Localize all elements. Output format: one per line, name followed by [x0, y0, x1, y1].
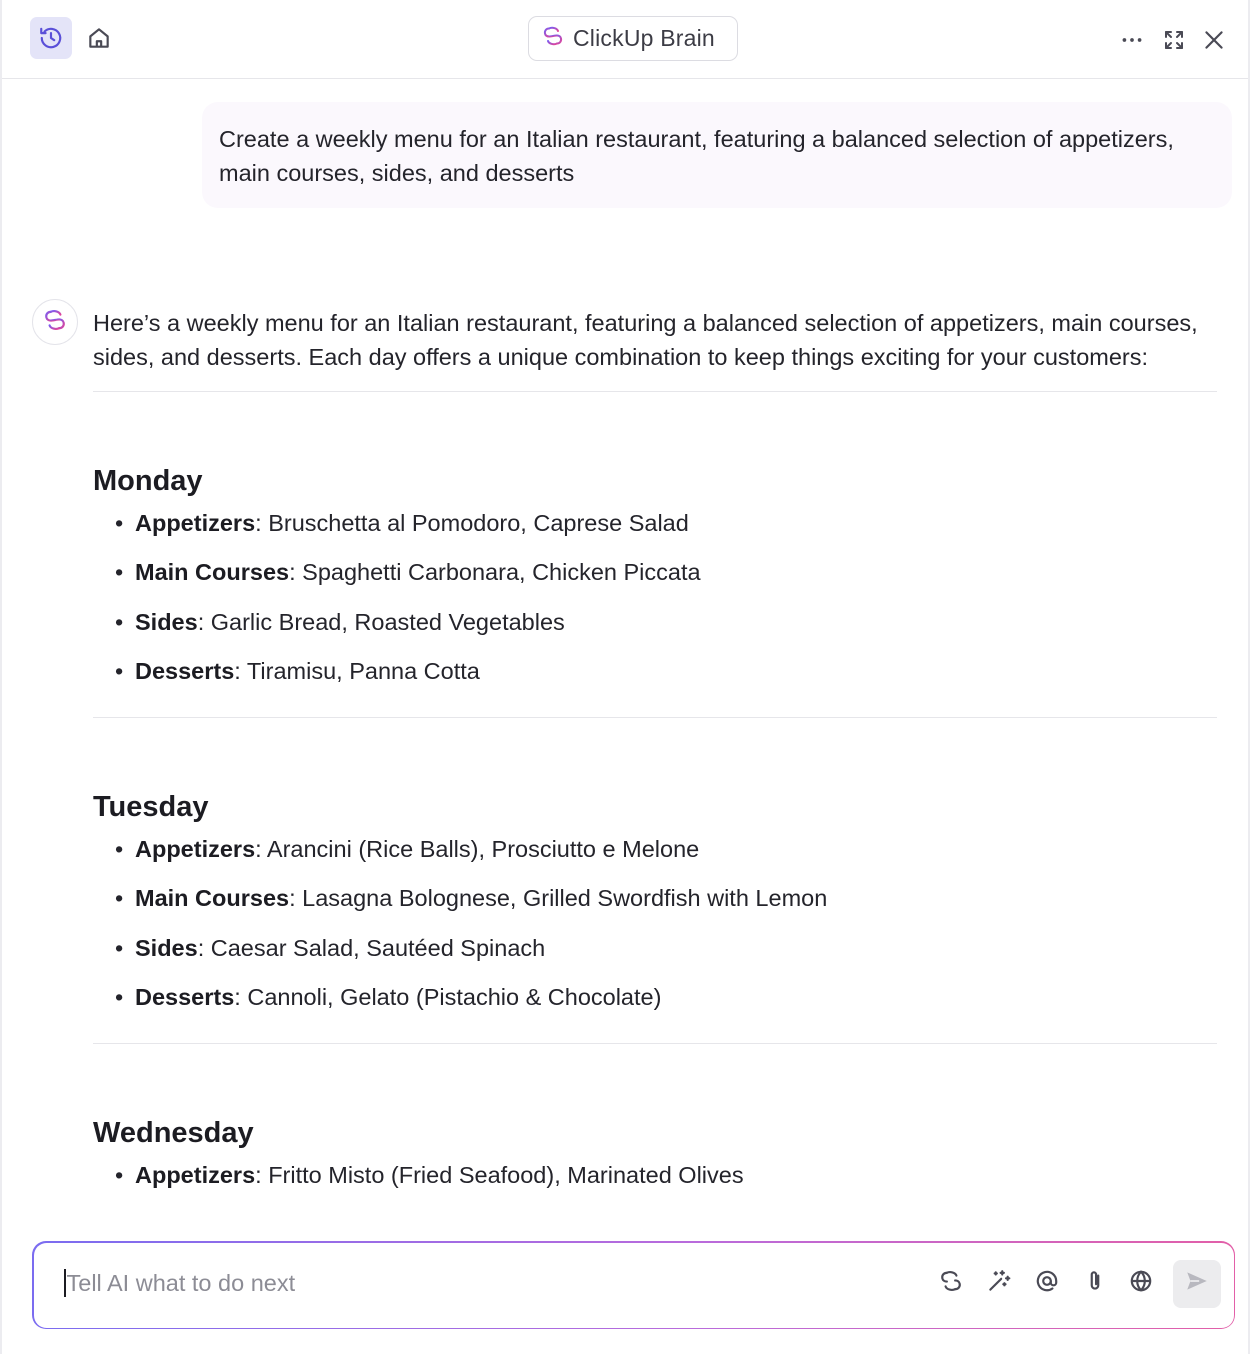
menu-item-text: : Tiramisu, Panna Cotta: [234, 657, 480, 684]
menu-item-text: : Lasagna Bolognese, Grilled Swordfish w…: [289, 885, 828, 912]
menu-item: • Desserts: Tiramisu, Panna Cotta: [93, 654, 1217, 688]
ai-prompt-composer[interactable]: Tell AI what to do next: [32, 1241, 1235, 1329]
text-caret: [63, 1268, 66, 1297]
attach-button[interactable]: [1078, 1267, 1112, 1301]
menu-item-label: Appetizers: [135, 836, 256, 863]
panel-title: ClickUp Brain: [573, 25, 715, 51]
day-section-tuesday: Tuesday • Appetizers: Arancini (Rice Ball…: [93, 718, 1217, 1045]
bullet: •: [115, 559, 124, 586]
ai-avatar: [32, 299, 78, 345]
bullet: •: [115, 984, 124, 1011]
menu-item-label: Sides: [135, 608, 198, 635]
bullet: •: [115, 608, 124, 635]
home-icon: [86, 25, 112, 51]
magic-wand-button[interactable]: [982, 1267, 1016, 1301]
menu-item-label: Main Courses: [135, 885, 290, 912]
mention-icon: [1034, 1268, 1060, 1299]
mention-button[interactable]: [1030, 1267, 1064, 1301]
day-heading: Monday: [93, 465, 203, 497]
menu-item: • Sides: Garlic Bread, Roasted Vegetables: [93, 605, 1217, 639]
menu-item-label: Main Courses: [135, 559, 290, 586]
menu-item-text: : Garlic Bread, Roasted Vegetables: [197, 608, 565, 635]
day-heading: Tuesday: [93, 791, 209, 824]
menu-item-text: : Fritto Misto (Fried Seafood), Marinate…: [255, 1162, 744, 1189]
header-bar: ClickUp Brain: [2, 0, 1248, 79]
menu-item: • Appetizers: Bruschetta al Pomodoro, Cap…: [93, 506, 1217, 540]
conversation-area[interactable]: Create a weekly menu for an Italian rest…: [2, 80, 1248, 1212]
globe-icon: [1128, 1268, 1154, 1299]
brain-logo-icon: [541, 24, 565, 53]
bullet: •: [115, 836, 124, 863]
menu-item-text: : Caesar Salad, Sautéed Spinach: [197, 934, 546, 961]
home-button[interactable]: [78, 17, 120, 59]
day-section-wednesday: Wednesday • Appetizers: Fritto Misto (Fri…: [93, 1044, 1217, 1212]
close-button[interactable]: [1194, 20, 1234, 60]
history-icon: [38, 25, 64, 51]
magic-wand-icon: [986, 1268, 1012, 1299]
bullet: •: [115, 934, 124, 961]
menu-item-text: : Arancini (Rice Balls), Prosciutto e Me…: [255, 836, 700, 863]
menu-item-text: : Cannoli, Gelato (Pistachio & Chocolate…: [234, 984, 662, 1011]
bullet: •: [115, 510, 124, 536]
close-icon: [1201, 27, 1227, 53]
history-button[interactable]: [30, 17, 72, 59]
brain-tool-button[interactable]: [934, 1267, 968, 1301]
bullet: •: [115, 1162, 124, 1189]
brain-icon: [938, 1268, 964, 1299]
menu-item-text: : Spaghetti Carbonara, Chicken Piccata: [289, 559, 701, 586]
menu-item-label: Desserts: [135, 657, 235, 684]
bullet: •: [115, 885, 124, 912]
ai-response: Here’s a weekly menu for an Italian rest…: [93, 306, 1217, 1212]
menu-item: • Sides: Caesar Salad, Sautéed Spinach: [93, 931, 1217, 965]
expand-button[interactable]: [1154, 20, 1194, 60]
user-message: Create a weekly menu for an Italian rest…: [202, 102, 1232, 208]
bullet: •: [115, 657, 124, 684]
attachment-icon: [1082, 1268, 1108, 1299]
menu-item: • Appetizers: Arancini (Rice Balls), Pros…: [93, 832, 1217, 866]
title-pill[interactable]: ClickUp Brain: [528, 16, 738, 61]
menu-item: • Appetizers: Fritto Misto (Fried Seafood…: [93, 1158, 1217, 1192]
prompt-input[interactable]: Tell AI what to do next: [67, 1269, 296, 1297]
expand-icon: [1162, 28, 1186, 52]
brain-logo-icon: [42, 307, 68, 338]
menu-item: • Main Courses: Lasagna Bolognese, Grille…: [93, 881, 1217, 915]
ai-intro-text: Here’s a weekly menu for an Italian rest…: [93, 306, 1217, 392]
clickup-brain-panel: ClickUp Brain Create a weekly menu for a…: [0, 0, 1250, 1354]
more-options-button[interactable]: [1112, 20, 1152, 60]
menu-item-label: Appetizers: [135, 1162, 256, 1189]
more-icon: [1119, 27, 1145, 53]
send-button[interactable]: [1172, 1259, 1221, 1308]
composer-body: Tell AI what to do next: [33, 1242, 1234, 1328]
day-section-monday: Monday • Appetizers: Bruschetta al Pomodo…: [93, 392, 1217, 719]
menu-item-text: : Bruschetta al Pomodoro, Caprese Salad: [255, 510, 689, 536]
menu-item-label: Appetizers: [135, 510, 256, 536]
menu-item: • Desserts: Cannoli, Gelato (Pistachio & …: [93, 980, 1217, 1014]
day-heading: Wednesday: [93, 1117, 254, 1150]
menu-item-label: Desserts: [135, 984, 235, 1011]
menu-item-label: Sides: [135, 934, 198, 961]
send-icon: [1184, 1268, 1210, 1299]
web-search-button[interactable]: [1124, 1267, 1158, 1301]
menu-item: • Main Courses: Spaghetti Carbonara, Chic…: [93, 555, 1217, 589]
